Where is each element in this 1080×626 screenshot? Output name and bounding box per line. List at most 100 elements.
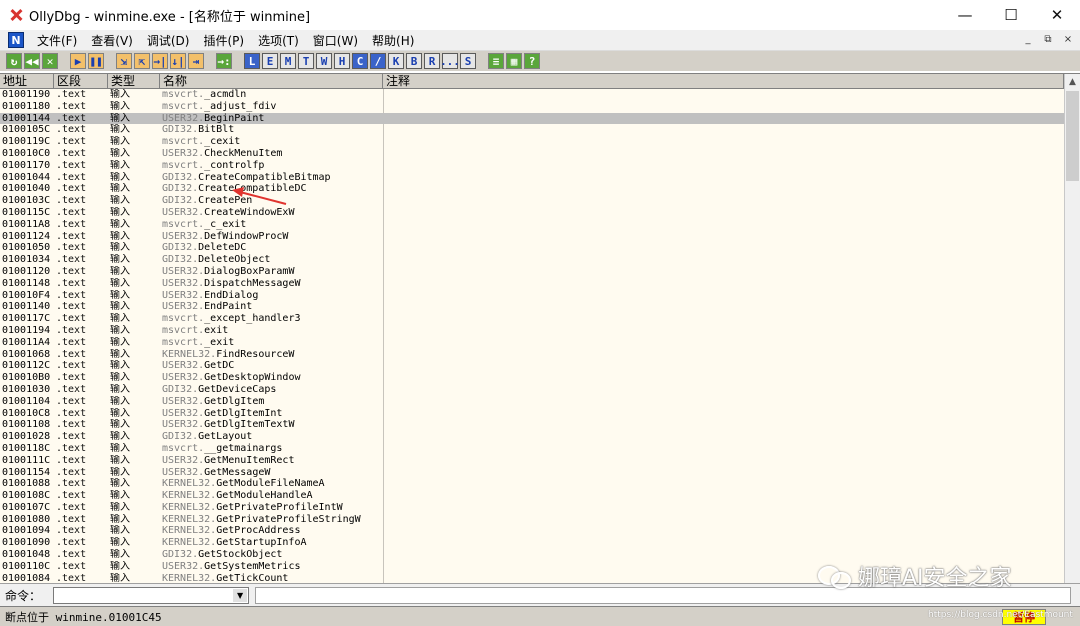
table-row[interactable]: 0100119C .text 输入 msvcrt._cexit: [0, 136, 1064, 148]
table-row[interactable]: 0100107C .text 输入 KERNEL32.GetPrivateProfil…: [0, 502, 1064, 514]
cell-address: 0100119C: [2, 136, 51, 148]
open-icon[interactable]: ↻: [6, 53, 22, 69]
cell-section: .text: [56, 407, 87, 419]
menu-help[interactable]: 帮助(H): [365, 32, 421, 49]
log-window-button[interactable]: L: [244, 53, 260, 69]
table-row[interactable]: 0100105C .text 输入 GDI32.BitBlt: [0, 124, 1064, 136]
table-row[interactable]: 0100117C .text 输入 msvcrt._except_handler3: [0, 313, 1064, 325]
function-name: GetLayout: [198, 431, 253, 443]
header-comment[interactable]: 注释: [383, 74, 1064, 89]
cell-section: .text: [56, 171, 87, 183]
table-row[interactable]: 01001034 .text 输入 GDI32.DeleteObject: [0, 254, 1064, 266]
table-row[interactable]: 010010F4 .text 输入 USER32.EndDialog: [0, 290, 1064, 302]
table-row[interactable]: 01001148 .text 输入 USER32.DispatchMessageW: [0, 278, 1064, 290]
maximize-button[interactable]: ☐: [988, 0, 1034, 30]
table-row[interactable]: 01001050 .text 输入 GDI32.DeleteDC: [0, 242, 1064, 254]
vertical-scrollbar[interactable]: ▲: [1064, 74, 1080, 583]
menu-debug[interactable]: 调试(D): [140, 32, 197, 49]
execute-till-return-icon[interactable]: ⇥: [188, 53, 204, 69]
table-row[interactable]: 010011A8 .text 输入 msvcrt._c_exit: [0, 219, 1064, 231]
modules-window-button[interactable]: E: [262, 53, 278, 69]
table-row[interactable]: 0100103C .text 输入 GDI32.CreatePen: [0, 195, 1064, 207]
table-row[interactable]: 010011A4 .text 输入 msvcrt._exit: [0, 337, 1064, 349]
pause-icon[interactable]: ❚❚: [88, 53, 104, 69]
table-row[interactable]: 0100111C .text 输入 USER32.GetMenuItemRect: [0, 455, 1064, 467]
table-row[interactable]: 01001180 .text 输入 msvcrt._adjust_fdiv: [0, 101, 1064, 113]
table-row[interactable]: 01001108 .text 输入 USER32.GetDlgItemTextW: [0, 419, 1064, 431]
menu-view[interactable]: 查看(V): [84, 32, 140, 49]
go-to-icon[interactable]: →:: [216, 53, 232, 69]
table-row[interactable]: 01001094 .text 输入 KERNEL32.GetProcAddress: [0, 525, 1064, 537]
table-row[interactable]: 0100112C .text 输入 USER32.GetDC: [0, 360, 1064, 372]
trace-into-icon[interactable]: →|: [152, 53, 168, 69]
run-trace-window-button[interactable]: ...: [440, 53, 460, 69]
table-row[interactable]: 01001190 .text 输入 msvcrt._acmdln: [0, 89, 1064, 101]
list-icon[interactable]: ≡: [488, 53, 504, 69]
table-row[interactable]: 01001090 .text 输入 KERNEL32.GetStartupInfoA: [0, 537, 1064, 549]
names-list[interactable]: 地址 区段 类型 名称 注释 01001190 .text 输入 msvcrt._ac…: [0, 73, 1080, 583]
cell-section: .text: [56, 313, 87, 325]
table-row[interactable]: 010010C8 .text 输入 USER32.GetDlgItemInt: [0, 408, 1064, 420]
step-over-icon[interactable]: ⇱: [134, 53, 150, 69]
trace-over-icon[interactable]: ↓|: [170, 53, 186, 69]
chevron-down-icon[interactable]: ▼: [233, 588, 248, 602]
table-row[interactable]: 01001144 .text 输入 USER32.BeginPaint: [0, 112, 1064, 125]
table-row[interactable]: 01001124 .text 输入 USER32.DefWindowProcW: [0, 231, 1064, 243]
table-row[interactable]: 010010C0 .text 输入 USER32.CheckMenuItem: [0, 148, 1064, 160]
names-window-icon[interactable]: N: [8, 32, 24, 48]
windows-window-button[interactable]: W: [316, 53, 332, 69]
table-row[interactable]: 0100115C .text 输入 USER32.CreateWindowExW: [0, 207, 1064, 219]
handles-window-button[interactable]: H: [334, 53, 350, 69]
table-row[interactable]: 0100118C .text 输入 msvcrt.__getmainargs: [0, 443, 1064, 455]
table-row[interactable]: 01001154 .text 输入 USER32.GetMessageW: [0, 467, 1064, 479]
table-row[interactable]: 01001080 .text 输入 KERNEL32.GetPrivateProfil…: [0, 514, 1064, 526]
header-type[interactable]: 类型: [108, 74, 160, 89]
restart-icon[interactable]: ◀◀: [24, 53, 40, 69]
mdi-restore-button[interactable]: ⧉: [1040, 32, 1056, 47]
close-button[interactable]: ✕: [1034, 0, 1080, 30]
table-row[interactable]: 01001028 .text 输入 GDI32.GetLayout: [0, 431, 1064, 443]
step-into-icon[interactable]: ⇲: [116, 53, 132, 69]
grid-icon[interactable]: ▦: [506, 53, 522, 69]
run-icon[interactable]: ▶: [70, 53, 86, 69]
header-section[interactable]: 区段: [54, 74, 108, 89]
help-icon[interactable]: ?: [524, 53, 540, 69]
menu-options[interactable]: 选项(T): [251, 32, 306, 49]
table-row[interactable]: 01001068 .text 输入 KERNEL32.FindResourceW: [0, 349, 1064, 361]
menu-window[interactable]: 窗口(W): [306, 32, 365, 49]
references-window-button[interactable]: R: [424, 53, 440, 69]
breakpoints-window-button[interactable]: B: [406, 53, 422, 69]
table-row[interactable]: 01001120 .text 输入 USER32.DialogBoxParamW: [0, 266, 1064, 278]
table-row[interactable]: 01001044 .text 输入 GDI32.CreateCompatibleBit…: [0, 172, 1064, 184]
call-stack-window-button[interactable]: K: [388, 53, 404, 69]
scroll-up-icon[interactable]: ▲: [1065, 74, 1080, 90]
menu-file[interactable]: 文件(F): [30, 32, 84, 49]
minimize-button[interactable]: —: [942, 0, 988, 30]
table-row[interactable]: 01001088 .text 输入 KERNEL32.GetModuleFileNam…: [0, 478, 1064, 490]
cell-address: 01001104: [2, 395, 51, 407]
table-row[interactable]: 01001140 .text 输入 USER32.EndPaint: [0, 301, 1064, 313]
close-process-icon[interactable]: ✕: [42, 53, 58, 69]
cell-name: USER32.GetDlgItem: [162, 396, 384, 408]
threads-window-button[interactable]: T: [298, 53, 314, 69]
scroll-thumb[interactable]: [1066, 91, 1079, 181]
header-address[interactable]: 地址: [0, 74, 54, 89]
table-row[interactable]: 01001104 .text 输入 USER32.GetDlgItem: [0, 396, 1064, 408]
menu-plugins[interactable]: 插件(P): [196, 32, 251, 49]
mdi-minimize-button[interactable]: _: [1020, 32, 1036, 47]
command-combo[interactable]: ▼: [53, 586, 250, 604]
table-row[interactable]: 01001170 .text 输入 msvcrt._controlfp: [0, 160, 1064, 172]
patches-window-button[interactable]: /: [370, 53, 386, 69]
cell-section: .text: [56, 372, 87, 384]
table-row[interactable]: 01001194 .text 输入 msvcrt.exit: [0, 325, 1064, 337]
source-window-button[interactable]: S: [460, 53, 476, 69]
mdi-close-button[interactable]: ×: [1060, 32, 1076, 47]
table-row[interactable]: 01001030 .text 输入 GDI32.GetDeviceCaps: [0, 384, 1064, 396]
table-row[interactable]: 0100108C .text 输入 KERNEL32.GetModuleHandleA: [0, 490, 1064, 502]
table-row[interactable]: 010010B0 .text 输入 USER32.GetDesktopWindow: [0, 372, 1064, 384]
memory-window-button[interactable]: M: [280, 53, 296, 69]
header-name[interactable]: 名称: [160, 74, 383, 89]
table-row[interactable]: 01001040 .text 输入 GDI32.CreateCompatibleDC: [0, 183, 1064, 195]
cpu-window-button[interactable]: C: [352, 53, 368, 69]
function-name: GetPrivateProfileIntW: [216, 501, 343, 513]
